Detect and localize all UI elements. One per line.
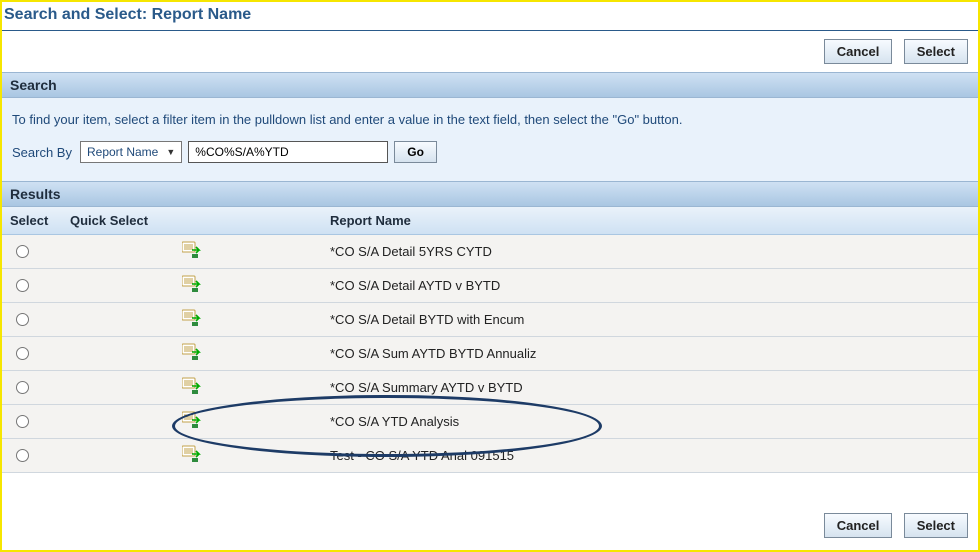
col-name-header: Report Name [322, 207, 978, 235]
quick-select-icon[interactable] [182, 445, 202, 466]
search-filter-selected: Report Name [87, 145, 158, 159]
search-value-input[interactable] [188, 141, 388, 163]
top-button-row: Cancel Select [2, 31, 978, 72]
table-row: Test - CO S/A YTD Anal 091515 [2, 439, 978, 473]
search-controls-row: Search By Report Name ▼ Go [12, 141, 968, 163]
search-filter-dropdown[interactable]: Report Name ▼ [80, 141, 182, 163]
table-row: *CO S/A Detail AYTD v BYTD [2, 269, 978, 303]
dialog-frame: Search and Select: Report Name Cancel Se… [0, 0, 980, 552]
search-panel: To find your item, select a filter item … [2, 98, 978, 181]
table-row: *CO S/A Detail BYTD with Encum [2, 303, 978, 337]
dialog-title: Search and Select: Report Name [2, 2, 978, 31]
report-name-cell: *CO S/A Sum AYTD BYTD Annualiz [322, 337, 978, 371]
chevron-down-icon: ▼ [166, 147, 175, 157]
search-instructions: To find your item, select a filter item … [12, 112, 968, 127]
search-by-label: Search By [12, 145, 72, 160]
results-section-header: Results [2, 181, 978, 207]
report-name-cell: Test - CO S/A YTD Anal 091515 [322, 439, 978, 473]
quick-select-icon[interactable] [182, 411, 202, 432]
quick-select-icon[interactable] [182, 275, 202, 296]
col-select-header: Select [2, 207, 62, 235]
go-button[interactable]: Go [394, 141, 437, 163]
report-name-cell: *CO S/A Detail AYTD v BYTD [322, 269, 978, 303]
bottom-button-row: Cancel Select [2, 505, 978, 546]
cancel-button-top[interactable]: Cancel [824, 39, 893, 64]
report-name-cell: *CO S/A Detail BYTD with Encum [322, 303, 978, 337]
results-panel: Select Quick Select Report Name *CO S/A … [2, 207, 978, 473]
table-row: *CO S/A YTD Analysis [2, 405, 978, 439]
search-section-header: Search [2, 72, 978, 98]
quick-select-icon[interactable] [182, 241, 202, 262]
quick-select-icon[interactable] [182, 377, 202, 398]
row-select-radio[interactable] [16, 449, 29, 462]
row-select-radio[interactable] [16, 279, 29, 292]
row-select-radio[interactable] [16, 313, 29, 326]
cancel-button-bottom[interactable]: Cancel [824, 513, 893, 538]
select-button-bottom[interactable]: Select [904, 513, 968, 538]
row-select-radio[interactable] [16, 347, 29, 360]
report-name-cell: *CO S/A Summary AYTD v BYTD [322, 371, 978, 405]
row-select-radio[interactable] [16, 415, 29, 428]
col-quick-header: Quick Select [62, 207, 322, 235]
quick-select-icon[interactable] [182, 343, 202, 364]
results-table: Select Quick Select Report Name *CO S/A … [2, 207, 978, 473]
report-name-cell: *CO S/A Detail 5YRS CYTD [322, 235, 978, 269]
quick-select-icon[interactable] [182, 309, 202, 330]
table-row: *CO S/A Sum AYTD BYTD Annualiz [2, 337, 978, 371]
row-select-radio[interactable] [16, 381, 29, 394]
report-name-cell: *CO S/A YTD Analysis [322, 405, 978, 439]
row-select-radio[interactable] [16, 245, 29, 258]
table-row: *CO S/A Detail 5YRS CYTD [2, 235, 978, 269]
table-row: *CO S/A Summary AYTD v BYTD [2, 371, 978, 405]
select-button-top[interactable]: Select [904, 39, 968, 64]
